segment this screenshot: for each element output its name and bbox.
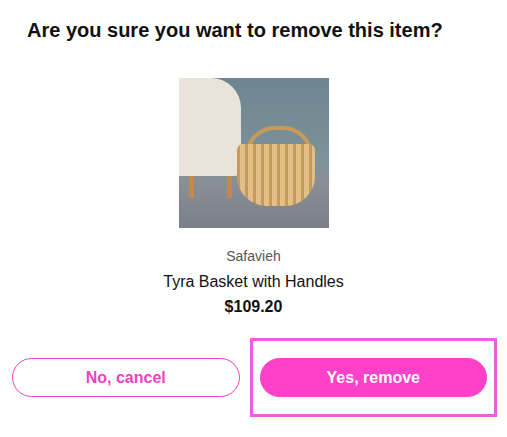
- button-label: Yes, remove: [327, 369, 420, 386]
- chair-leg: [227, 176, 232, 198]
- product-brand: Safavieh: [226, 247, 280, 265]
- basket-shape: [237, 144, 315, 206]
- product-name: Tyra Basket with Handles: [163, 272, 344, 292]
- button-highlight: Yes, remove: [250, 338, 498, 417]
- product-photo: [179, 78, 329, 228]
- cancel-button[interactable]: No, cancel: [12, 358, 240, 397]
- chair-shape: [179, 78, 241, 176]
- dialog-actions: No, cancel Yes, remove: [0, 338, 507, 417]
- product-card: Safavieh Tyra Basket with Handles $109.20: [0, 42, 507, 317]
- button-highlight: No, cancel: [2, 338, 250, 417]
- dialog-title: Are you sure you want to remove this ite…: [0, 0, 507, 42]
- remove-button[interactable]: Yes, remove: [260, 358, 488, 397]
- chair-leg: [189, 176, 194, 198]
- remove-item-dialog: Are you sure you want to remove this ite…: [0, 0, 507, 417]
- product-price: $109.20: [225, 297, 283, 317]
- button-label: No, cancel: [86, 369, 166, 386]
